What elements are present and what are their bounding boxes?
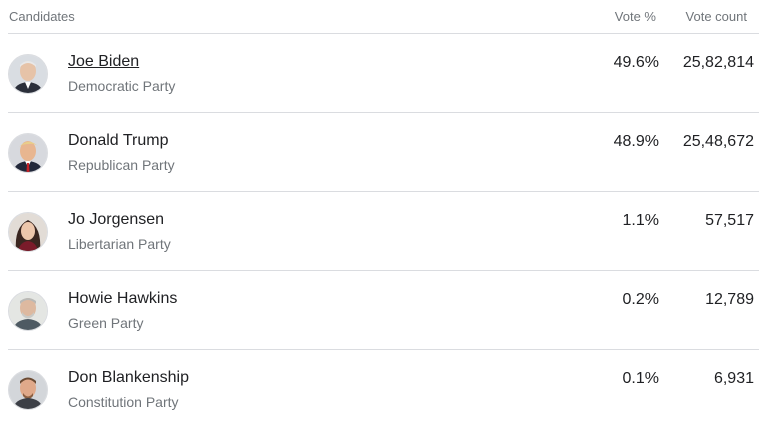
vote-count: 6,931 [713, 370, 754, 387]
candidate-name[interactable]: Jo Jorgensen [68, 211, 164, 229]
candidate-avatar[interactable] [8, 54, 48, 94]
candidate-row-trump: Donald Trump Republican Party 48.9% 25,4… [8, 113, 759, 192]
vote-percentage: 1.1% [622, 212, 659, 229]
candidate-photo-icon [9, 55, 47, 93]
candidate-row-blankenship: Don Blankenship Constitution Party 0.1% … [8, 350, 759, 428]
candidate-row-hawkins: Howie Hawkins Green Party 0.2% 12,789 [8, 271, 759, 350]
candidate-avatar[interactable] [8, 370, 48, 410]
vote-count: 12,789 [705, 291, 754, 308]
candidate-name-link[interactable]: Joe Biden [68, 53, 139, 71]
vote-pct-column-header: Vote % [614, 9, 656, 24]
candidate-party: Green Party [68, 315, 144, 331]
candidate-photo-icon [9, 292, 47, 330]
vote-count: 25,48,672 [682, 133, 754, 150]
vote-count: 25,82,814 [682, 54, 754, 71]
vote-percentage: 49.6% [613, 54, 659, 71]
candidate-photo-icon [9, 371, 47, 409]
candidate-party: Republican Party [68, 157, 175, 173]
candidate-row-biden: Joe Biden Democratic Party 49.6% 25,82,8… [8, 34, 759, 113]
vote-percentage: 0.1% [622, 370, 659, 387]
candidate-avatar[interactable] [8, 133, 48, 173]
candidate-row-jorgensen: Jo Jorgensen Libertarian Party 1.1% 57,5… [8, 192, 759, 271]
candidate-party: Constitution Party [68, 394, 179, 410]
table-header: Candidates Vote % Vote count [8, 0, 759, 34]
candidate-photo-icon [9, 213, 47, 251]
vote-count-column-header: Vote count [685, 9, 747, 24]
candidate-name[interactable]: Donald Trump [68, 132, 169, 150]
candidate-party: Democratic Party [68, 78, 176, 94]
candidate-avatar[interactable] [8, 212, 48, 252]
candidate-party: Libertarian Party [68, 236, 171, 252]
vote-percentage: 48.9% [613, 133, 659, 150]
candidate-name[interactable]: Don Blankenship [68, 369, 189, 387]
candidates-column-header: Candidates [9, 9, 75, 24]
candidate-avatar[interactable] [8, 291, 48, 331]
candidate-name[interactable]: Howie Hawkins [68, 290, 177, 308]
election-results-table: Candidates Vote % Vote count Joe Biden D… [8, 0, 759, 428]
vote-percentage: 0.2% [622, 291, 659, 308]
candidate-photo-icon [9, 134, 47, 172]
vote-count: 57,517 [705, 212, 754, 229]
